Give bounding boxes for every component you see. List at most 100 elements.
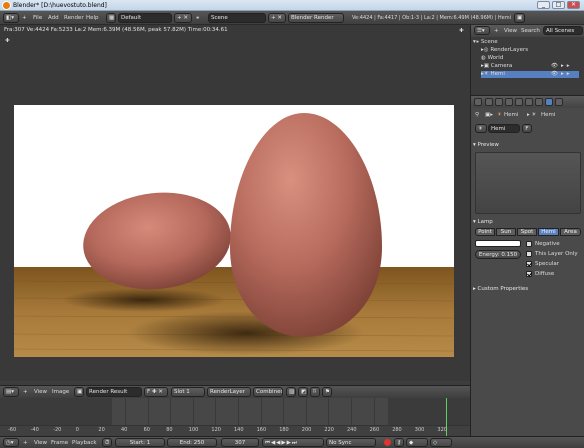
keyframe-delete-button[interactable]: ◇ xyxy=(430,438,452,447)
this-layer-only-checkbox[interactable] xyxy=(526,251,532,257)
menu-view[interactable]: View xyxy=(34,388,47,396)
render-eggs-illustration xyxy=(14,105,454,357)
lamp-type-area[interactable]: Area xyxy=(560,228,581,236)
menu-frame[interactable]: Frame xyxy=(51,439,68,447)
flag-icon[interactable]: ⚑ xyxy=(322,387,332,397)
draw-mode-icon[interactable]: ▨ xyxy=(286,387,296,397)
preview-panel-header[interactable]: ▾ Preview xyxy=(473,141,583,149)
breadcrumb-object: Hemi xyxy=(504,112,519,118)
preview-range-icon[interactable]: ⏱ xyxy=(102,438,112,447)
menu-file[interactable]: File xyxy=(33,14,42,22)
menu-image[interactable]: Image xyxy=(52,388,69,396)
world-tab-icon[interactable] xyxy=(505,98,513,106)
menu-view[interactable]: View xyxy=(34,439,47,447)
lamp-type-selector: Point Sun Spot Hemi Area xyxy=(475,228,581,237)
scene-selector[interactable]: Scene xyxy=(208,13,266,23)
menu-search[interactable]: Search xyxy=(521,27,540,35)
diffuse-checkbox[interactable] xyxy=(526,271,532,277)
sync-mode-selector[interactable]: No Sync xyxy=(326,438,376,447)
fullscreen-icon[interactable]: ▣ xyxy=(514,13,525,23)
timeline-tick-label: 40 xyxy=(121,427,128,433)
menu-add[interactable]: Add xyxy=(48,14,59,22)
menu-playback[interactable]: Playback xyxy=(72,439,97,447)
modifiers-tab-icon[interactable] xyxy=(535,98,543,106)
energy-field[interactable]: Energy: 0.150 xyxy=(475,250,521,259)
panel-plus-icon[interactable]: ✚ xyxy=(5,38,10,44)
render-layer-selector[interactable]: RenderLayer xyxy=(207,387,251,397)
keying-set-icon[interactable]: ⚷ xyxy=(394,438,404,447)
render-engine-selector[interactable]: Blender Render xyxy=(288,13,344,23)
fake-user-button[interactable]: F xyxy=(522,124,532,133)
timeline-area[interactable]: -60 -40 -20 0 20 40 60 80 100 120 140 160 180 200 220 2… xyxy=(0,398,470,436)
image-name-field[interactable]: Render Result xyxy=(86,387,142,397)
menu-help[interactable]: Help xyxy=(86,14,99,22)
outliner-item-renderlayers[interactable]: ▸◎ RenderLayers xyxy=(481,47,528,54)
pin-icon[interactable]: ⌑ xyxy=(310,387,320,397)
camera-icon: ▸▣ xyxy=(481,63,491,69)
image-fake-user-controls[interactable]: F ✚ ✕ xyxy=(144,387,168,397)
maximize-button[interactable]: □ xyxy=(552,1,565,9)
start-frame-field[interactable]: Start: 1 xyxy=(115,438,165,447)
scene-tab-icon[interactable] xyxy=(495,98,503,106)
expand-icon[interactable]: + xyxy=(494,27,499,35)
outliner-tree[interactable]: ▾⚹ Scene ▸◎ RenderLayers ◍ World ▸▣ Came… xyxy=(471,37,584,95)
image-browse-icon[interactable]: ▣ xyxy=(74,387,84,397)
outliner-item-world[interactable]: ◍ World xyxy=(481,55,503,62)
keyframe-insert-button[interactable]: ◆ xyxy=(406,438,428,447)
scene-add-remove[interactable]: + ✕ xyxy=(268,13,286,23)
constraints-tab-icon[interactable] xyxy=(525,98,533,106)
layout-add-remove[interactable]: + ✕ xyxy=(174,13,192,23)
expand-icon[interactable]: + xyxy=(23,439,28,447)
timeline-tick-label: 200 xyxy=(301,427,312,433)
outliner-display-mode[interactable]: All Scenes xyxy=(543,26,583,35)
renderlayers-icon: ▸◎ xyxy=(481,47,491,53)
negative-label: Negative xyxy=(535,241,560,247)
lamp-type-sun[interactable]: Sun xyxy=(496,228,516,236)
object-tab-icon[interactable] xyxy=(515,98,523,106)
minimize-button[interactable]: _ xyxy=(537,1,550,9)
properties-toggle-icon[interactable]: ✚ xyxy=(459,28,464,34)
lamp-browse-icon[interactable]: ☀ xyxy=(475,124,487,133)
outliner-editor-type-menu[interactable]: ☰▾ xyxy=(474,26,490,35)
close-button[interactable]: ✕ xyxy=(567,1,580,9)
timeline-editor-type-menu[interactable]: ◷▾ xyxy=(3,438,19,447)
lamp-panel-header[interactable]: ▾ Lamp xyxy=(473,218,583,226)
menu-view[interactable]: View xyxy=(504,27,517,35)
properties-editor-type-icon[interactable] xyxy=(474,98,482,106)
render-pass-selector[interactable]: Combined xyxy=(253,387,283,397)
lamp-datablock-name[interactable]: Hemi xyxy=(488,124,520,133)
render-result-image xyxy=(14,105,454,357)
timeline-grid-line xyxy=(351,398,352,425)
end-frame-field[interactable]: End: 250 xyxy=(167,438,217,447)
layout-icon[interactable]: ▦ xyxy=(106,13,116,23)
image-editor-header: ▤▾ + View Image ▣ Render Result F ✚ ✕ Sl… xyxy=(0,385,470,398)
texture-tab-icon[interactable] xyxy=(555,98,563,106)
lamp-type-hemi[interactable]: Hemi xyxy=(538,228,559,236)
current-frame-field[interactable]: 307 xyxy=(221,438,259,447)
visibility-toggles-hemi[interactable]: 👁▸▸ xyxy=(551,71,573,78)
negative-checkbox[interactable] xyxy=(526,241,532,247)
record-icon[interactable] xyxy=(384,439,391,446)
channels-icon[interactable]: ◩ xyxy=(298,387,308,397)
expand-icon[interactable]: + xyxy=(23,388,28,396)
expand-icon[interactable]: + xyxy=(22,14,27,22)
specular-checkbox[interactable] xyxy=(526,261,532,267)
lamp-type-point[interactable]: Point xyxy=(475,228,495,236)
lamp-color-field[interactable] xyxy=(475,240,521,247)
lamp-type-spot[interactable]: Spot xyxy=(517,228,537,236)
outliner-item-scene[interactable]: ▾⚹ Scene xyxy=(473,39,498,46)
pin-icon[interactable]: ⚲ xyxy=(475,111,479,119)
editor-type-menu[interactable]: ◧▾ xyxy=(3,13,19,23)
timeline-tick-label: 60 xyxy=(143,427,150,433)
layout-selector[interactable]: Default xyxy=(118,13,172,23)
image-editor-type-menu[interactable]: ▤▾ xyxy=(3,387,19,397)
slot-selector[interactable]: Slot 1 xyxy=(171,387,205,397)
image-editor-view[interactable]: Fra:307 Ve:4424 Fa:5233 La:2 Mem:6.39M (… xyxy=(0,25,470,381)
visibility-toggles-camera[interactable]: 👁▸▸ xyxy=(551,63,573,70)
custom-properties-panel-header[interactable]: ▸ Custom Properties xyxy=(473,285,583,293)
menu-render[interactable]: Render xyxy=(64,14,84,22)
lamp-data-tab-icon[interactable] xyxy=(545,98,553,106)
outliner-item-camera[interactable]: ▸▣ Camera xyxy=(481,63,512,70)
playback-controls[interactable]: ⏮◀◀▶▶⏭ xyxy=(262,438,324,447)
render-tab-icon[interactable] xyxy=(485,98,493,106)
